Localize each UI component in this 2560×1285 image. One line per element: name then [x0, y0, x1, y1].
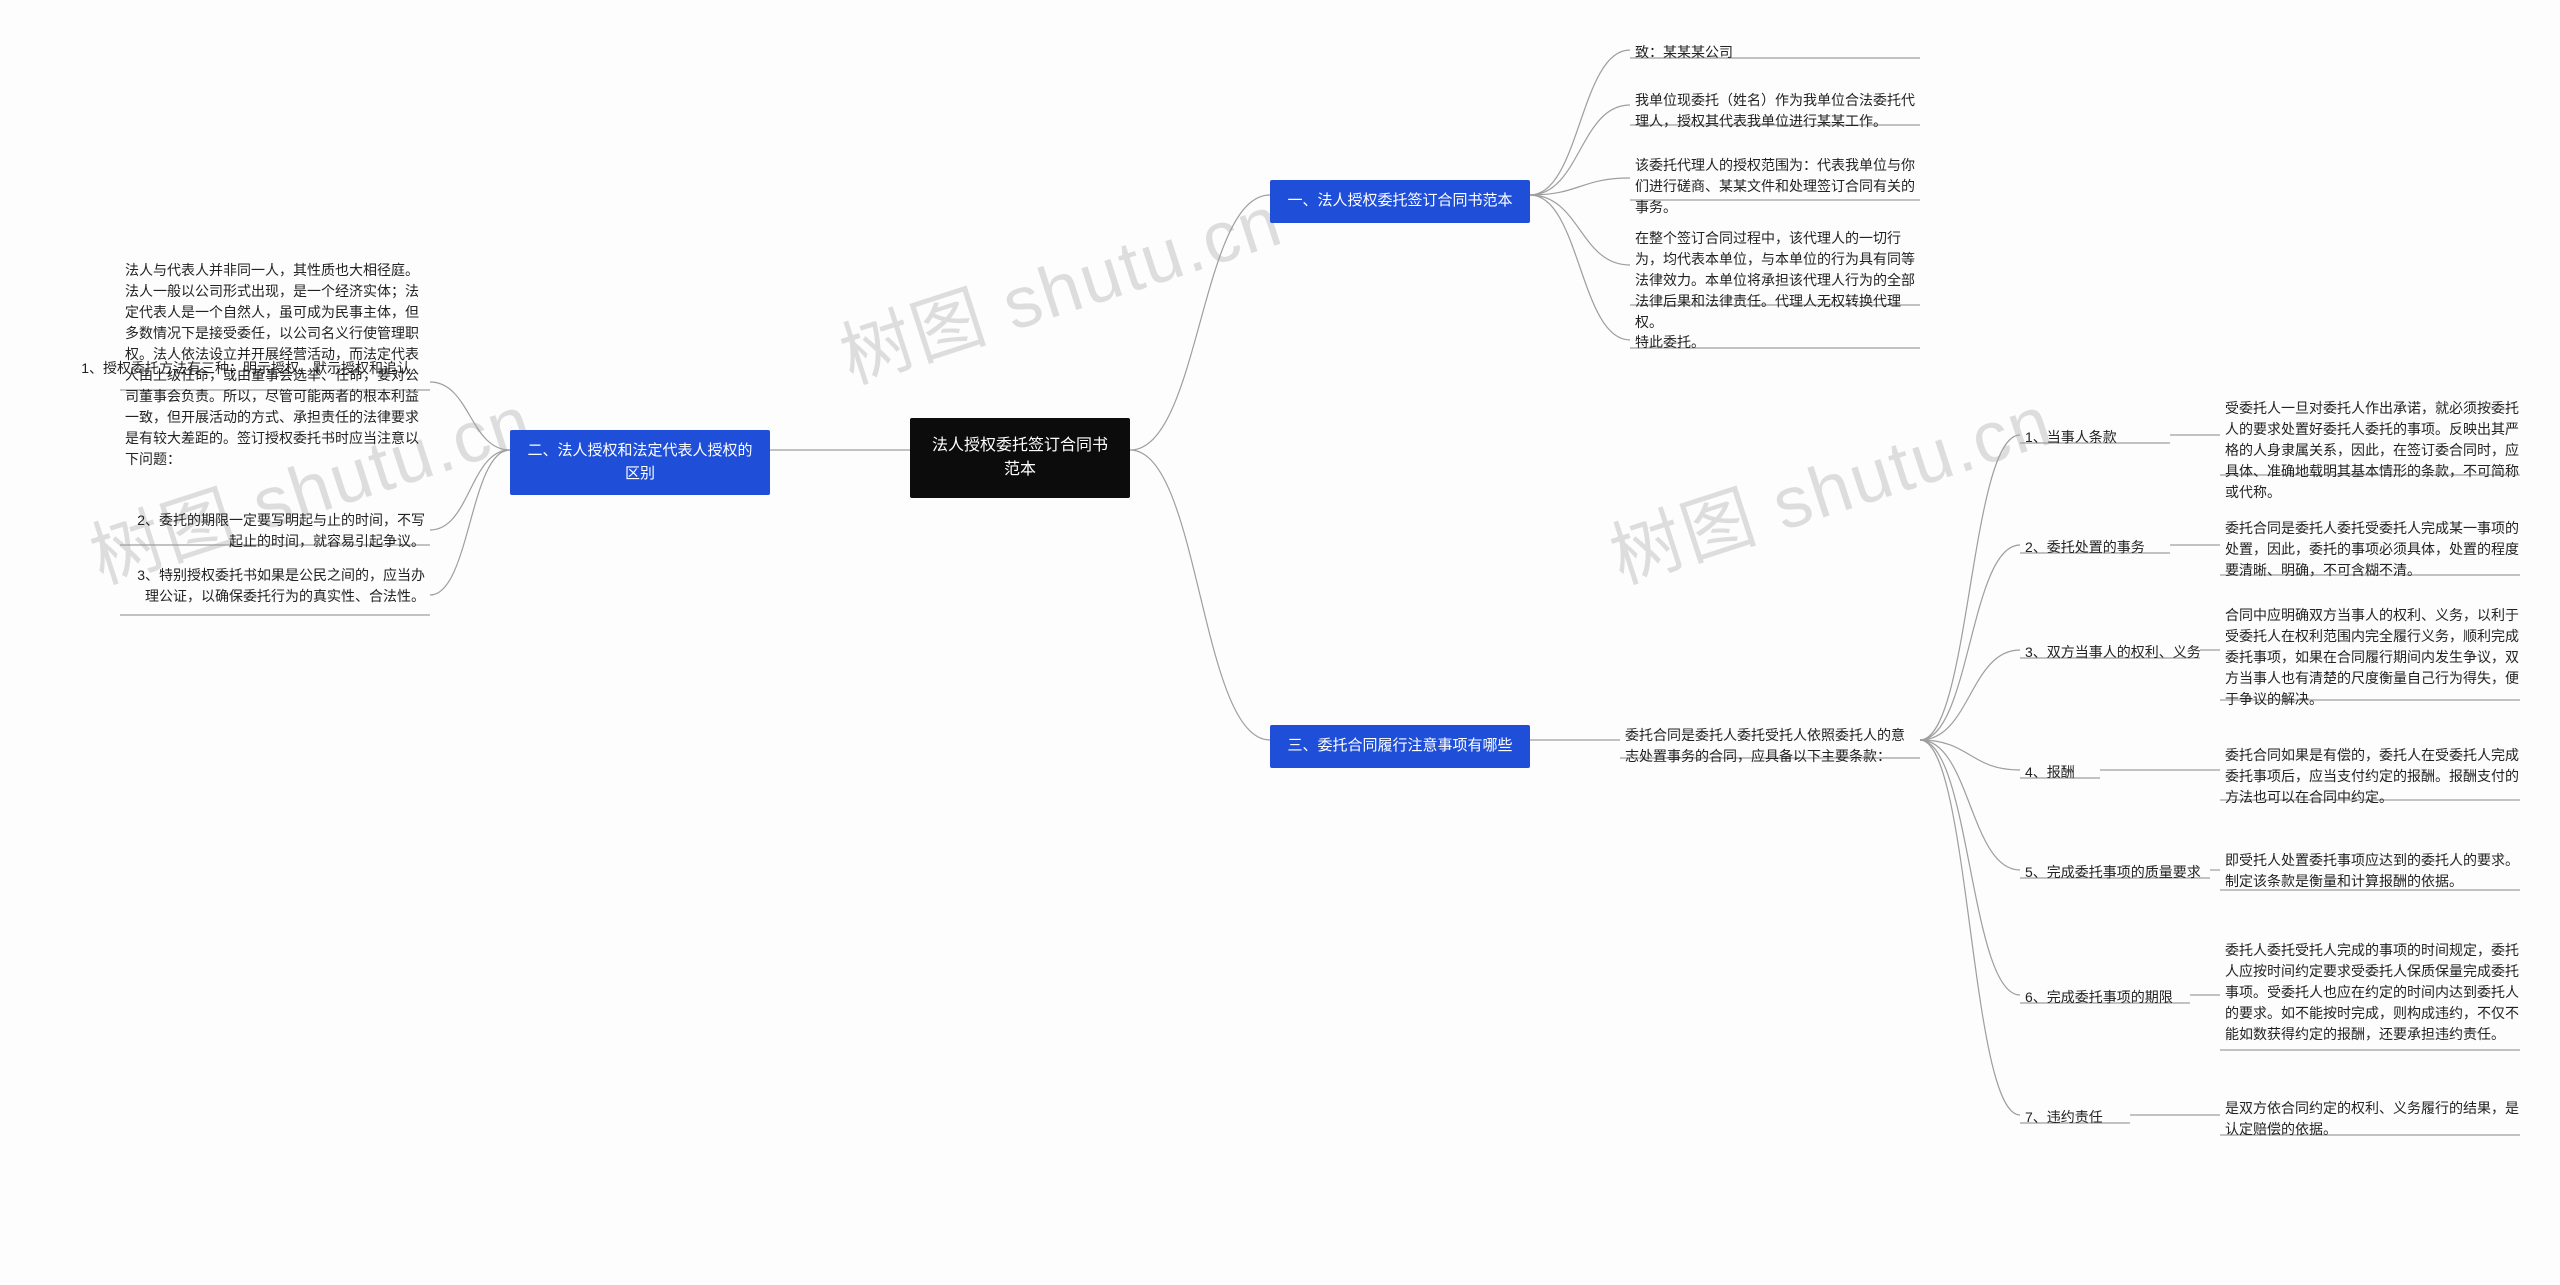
b3-intro: 委托合同是委托人委托受托人依照委托人的意志处置事务的合同，应具备以下主要条款： — [1625, 725, 1915, 767]
watermark: 树图 shutu.cn — [825, 162, 1293, 403]
b1-leaf-3: 在整个签订合同过程中，该代理人的一切行为，均代表本单位，与本单位的行为具有同等法… — [1635, 228, 1925, 333]
b1-leaf-0: 致：某某某公司 — [1635, 42, 1925, 63]
mindmap-canvas: 树图 shutu.cn 树图 shutu.cn 树图 shutu.cn — [0, 0, 2560, 1285]
watermark: 树图 shutu.cn — [1595, 362, 2063, 603]
b3-item-6-val: 是双方依合同约定的权利、义务履行的结果，是认定赔偿的依据。 — [2225, 1098, 2525, 1140]
b3-item-3-val: 委托合同如果是有偿的，委托人在受委托人完成委托事项后，应当支付约定的报酬。报酬支… — [2225, 745, 2525, 808]
b3-item-3-key: 4、报酬 — [2025, 762, 2105, 783]
b1-leaf-2: 该委托代理人的授权范围为：代表我单位与你们进行磋商、某某文件和处理签订合同有关的… — [1635, 155, 1925, 218]
branch-1[interactable]: 一、法人授权委托签订合同书范本 — [1270, 180, 1530, 223]
branch-2[interactable]: 二、法人授权和法定代表人授权的区别 — [510, 430, 770, 495]
b3-item-1-val: 委托合同是委托人委托受委托人完成某一事项的处置，因此，委托的事项必须具体，处置的… — [2225, 518, 2525, 581]
branch-3[interactable]: 三、委托合同履行注意事项有哪些 — [1270, 725, 1530, 768]
b3-item-2-val: 合同中应明确双方当事人的权利、义务，以利于受委托人在权利范围内完全履行义务，顺利… — [2225, 605, 2525, 710]
b3-item-2-key: 3、双方当事人的权利、义务 — [2025, 642, 2210, 663]
b3-item-5-key: 6、完成委托事项的期限 — [2025, 987, 2195, 1008]
b1-leaf-1: 我单位现委托（姓名）作为我单位合法委托代理人，授权其代表我单位进行某某工作。 — [1635, 90, 1925, 132]
b3-item-4-val: 即受托人处置委托事项应达到的委托人的要求。制定该条款是衡量和计算报酬的依据。 — [2225, 850, 2525, 892]
b3-item-0-val: 受委托人一旦对委托人作出承诺，就必须按委托人的要求处置好委托人委托的事项。反映出… — [2225, 398, 2525, 503]
b2-leaf-0: 1、授权委托方法有三种：明示授权、默示授权和追认。 — [55, 358, 425, 379]
b1-leaf-4: 特此委托。 — [1635, 332, 1925, 353]
b3-item-5-val: 委托人委托受托人完成的事项的时间规定，委托人应按时间约定要求受委托人保质保量完成… — [2225, 940, 2525, 1045]
b2-leaf-2: 3、特别授权委托书如果是公民之间的，应当办理公证，以确保委托行为的真实性、合法性… — [125, 565, 425, 607]
b2-leaf-1: 2、委托的期限一定要写明起与止的时间，不写起止的时间，就容易引起争议。 — [125, 510, 425, 552]
root-node[interactable]: 法人授权委托签订合同书范本 — [910, 418, 1130, 498]
b3-item-4-key: 5、完成委托事项的质量要求 — [2025, 862, 2215, 883]
b3-item-0-key: 1、当事人条款 — [2025, 427, 2175, 448]
b3-item-6-key: 7、违约责任 — [2025, 1107, 2135, 1128]
b3-item-1-key: 2、委托处置的事务 — [2025, 537, 2175, 558]
